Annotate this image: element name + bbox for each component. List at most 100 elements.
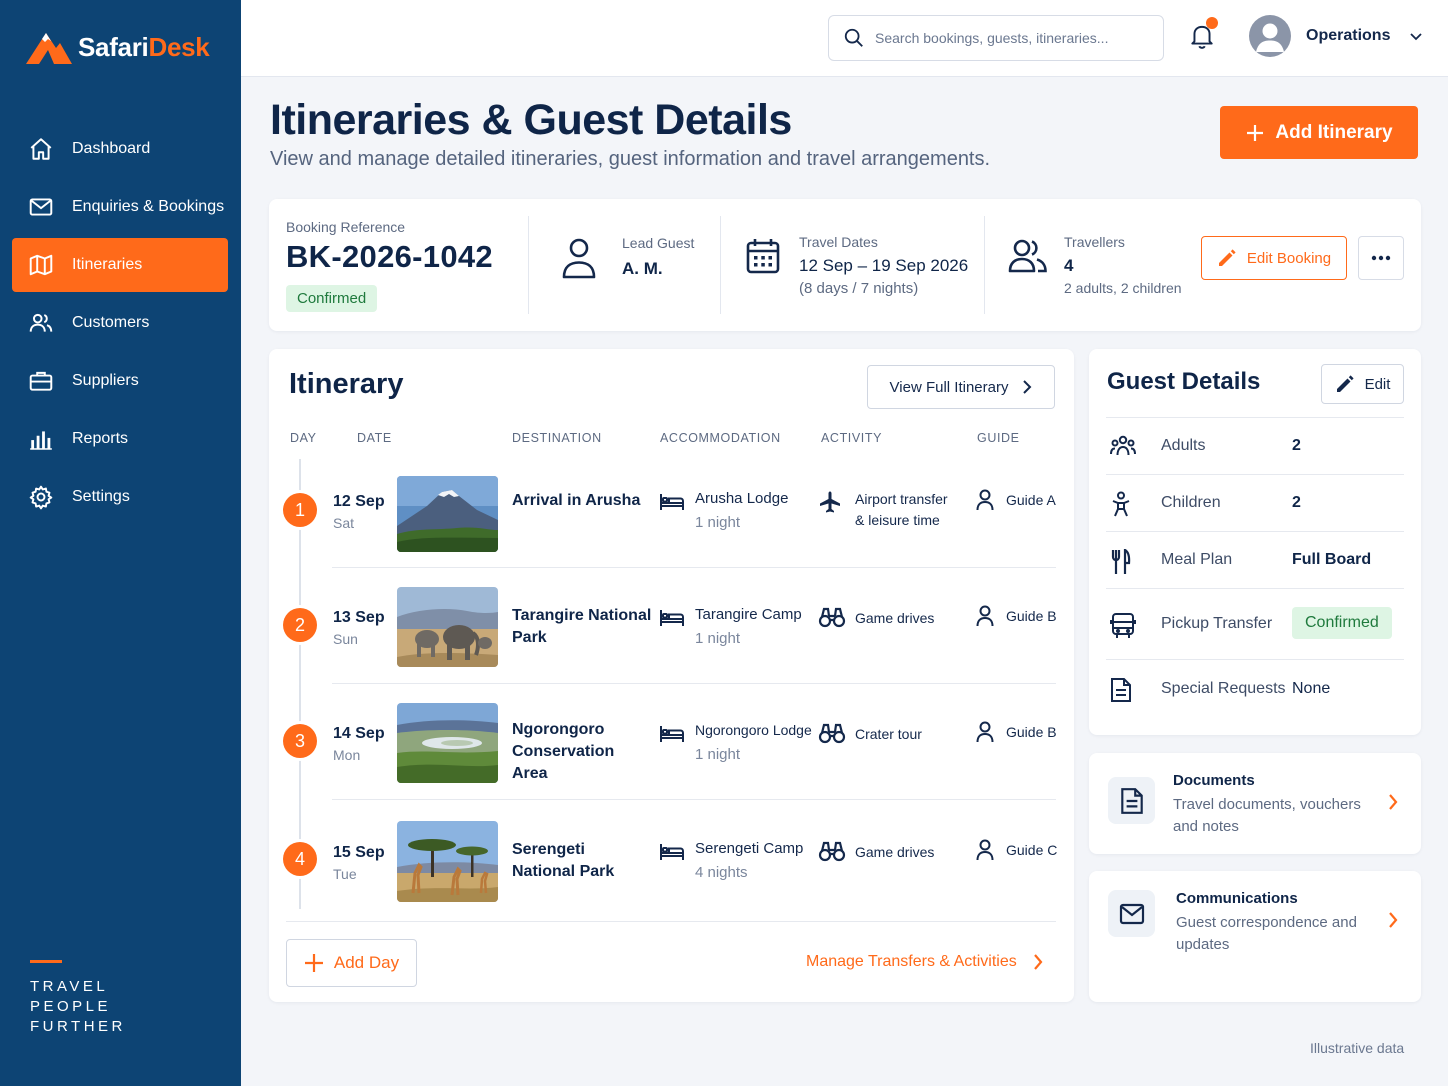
travel-dates: 12 Sep – 19 Sep 2026 [799,256,969,275]
page-title: Itineraries & Guest Details [270,96,792,144]
itinerary-card: Itinerary View Full Itinerary DAY DATE D… [269,349,1074,1002]
day-weekday: Tue [333,866,357,882]
column-header-accommodation: ACCOMMODATION [660,431,781,445]
brand-name: SafariDesk [78,31,210,62]
accommodation-name: Serengeti Camp [695,840,804,857]
manage-transfers-activities-link[interactable]: Manage Transfers & Activities [806,953,1043,971]
sidebar-item-itineraries[interactable]: Itineraries [12,238,228,292]
travellers-detail: 2 adults, 2 children [1064,280,1182,296]
documents-card[interactable]: Documents Travel documents, vouchers and… [1089,753,1421,854]
binoculars-icon [818,722,846,744]
day-date: 13 Sep [333,609,385,626]
chevron-down-icon [1408,28,1424,44]
sidebar-item-label: Customers [72,314,150,331]
guest-row-label: Meal Plan [1161,551,1233,568]
user-menu[interactable]: Operations [1249,15,1424,57]
edit-guest-details-button[interactable]: Edit [1321,364,1404,404]
destination-photo-arusha [397,476,498,552]
day-number: 3 [283,724,317,758]
guest-details-card: Guest Details Edit Adults 2 Children 2 M… [1089,349,1421,735]
mountain-logo-icon [26,30,72,64]
view-full-itinerary-button[interactable]: View Full Itinerary [867,365,1055,409]
itinerary-row[interactable]: 3 14 Sep Mon Ngorongoro Conservation Are… [269,684,1074,800]
chevron-right-icon [1033,954,1043,970]
chevron-right-icon [1388,794,1398,810]
communications-title: Communications [1176,890,1298,907]
avatar [1249,15,1291,57]
guide-name: Guide A [1006,492,1056,508]
destination-name: Arrival in Arusha [512,492,641,509]
users-icon [28,310,54,336]
more-options-button[interactable] [1358,236,1404,280]
sidebar-item-enquiries-bookings[interactable]: Enquiries & Bookings [12,180,228,234]
guide-icon [976,721,994,743]
notifications-button[interactable] [1189,17,1218,50]
sidebar-item-label: Settings [72,488,130,505]
sidebar-item-label: Enquiries & Bookings [72,198,225,215]
itinerary-row[interactable]: 4 15 Sep Tue Serengeti National Park Ser… [269,801,1074,917]
brand-logo[interactable]: SafariDesk [26,30,210,64]
guest-row-value: None [1292,680,1331,697]
communications-desc: Guest correspondence and updates [1176,914,1357,953]
gear-icon [28,484,54,510]
bed-icon [659,609,685,627]
day-number: 2 [283,608,317,642]
destination-photo-tarangire [397,587,498,667]
sidebar-item-label: Itineraries [72,256,143,273]
binoculars-icon [818,606,846,628]
itinerary-row[interactable]: 1 12 Sep Sat Arrival in Arusha Arusha Lo… [269,452,1074,568]
itinerary-row[interactable]: 2 13 Sep Sun Tarangire National Park Tar… [269,568,1074,684]
lead-guest-label: Lead Guest [622,235,695,251]
divider [984,216,985,314]
sidebar-item-suppliers[interactable]: Suppliers [12,354,228,408]
bed-icon [659,493,685,511]
chevron-right-icon [1388,912,1398,928]
guide-name: Guide C [1006,842,1058,858]
guest-row-adults: Adults 2 [1106,417,1404,474]
edit-booking-label: Edit Booking [1246,249,1332,267]
lead-guest: A. M. [622,259,663,278]
guest-row-pickup-transfer: Pickup Transfer Confirmed [1106,588,1404,659]
activity-name: Airport transfer & leisure time [855,491,948,528]
mail-icon [28,194,54,220]
guide-name: Guide B [1006,608,1057,624]
page-subtitle: View and manage detailed itineraries, gu… [270,148,991,170]
footer-note: Illustrative data [1310,1040,1405,1056]
travel-dates-label: Travel Dates [799,234,878,250]
search-input[interactable] [875,30,1145,46]
column-header-guide: GUIDE [977,431,1020,445]
status-badge: Confirmed [1292,607,1392,639]
tagline-line: PEOPLE [30,998,112,1015]
column-header-day: DAY [290,431,317,445]
guest-row-label: Special Requests [1161,680,1286,697]
trip-duration: (8 days / 7 nights) [799,280,919,297]
sidebar-item-settings[interactable]: Settings [12,470,228,524]
activity-name: Game drives [855,610,935,626]
day-number: 4 [283,842,317,876]
column-header-date: DATE [357,431,392,445]
plane-icon [818,490,842,514]
sidebar-item-dashboard[interactable]: Dashboard [12,122,228,176]
home-icon [28,136,54,162]
accommodation-nights: 1 night [695,630,741,647]
search-box[interactable] [828,15,1164,61]
sidebar-item-reports[interactable]: Reports [12,412,228,466]
communications-card[interactable]: Communications Guest correspondence and … [1089,871,1421,1002]
activity-name: Crater tour [855,726,922,742]
bus-icon [1110,612,1136,640]
day-weekday: Mon [333,747,361,763]
add-itinerary-button[interactable]: Add Itinerary [1220,106,1418,159]
divider [720,216,721,314]
bed-icon [659,725,685,743]
accommodation-nights: 1 night [695,746,741,763]
destination-photo-ngorongoro [397,703,498,783]
travellers-label: Travellers [1064,234,1125,250]
edit-booking-button[interactable]: Edit Booking [1201,236,1347,280]
user-name: Operations [1306,27,1391,44]
documents-title: Documents [1173,772,1255,789]
destination-name: Tarangire National Park [512,607,652,646]
add-day-button[interactable]: Add Day [286,939,417,987]
itinerary-title: Itinerary [289,368,404,400]
sidebar-item-customers[interactable]: Customers [12,296,228,350]
guest-row-label: Adults [1161,437,1206,454]
